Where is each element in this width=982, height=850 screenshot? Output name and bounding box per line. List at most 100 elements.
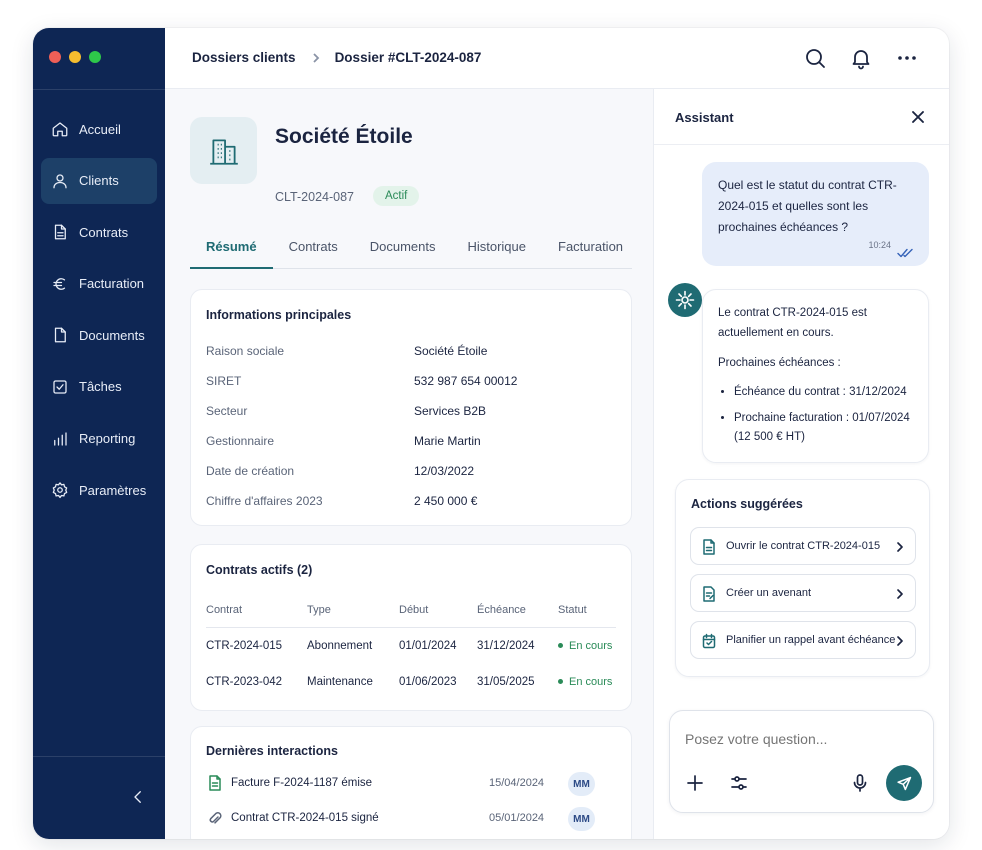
assistant-message-list-title: Prochaines échéances : bbox=[718, 357, 841, 369]
sidebar-item-contrats[interactable]: Contrats bbox=[41, 209, 157, 255]
microphone-icon bbox=[853, 774, 867, 792]
assistant-message: Le contrat CTR-2024-015 est actuellement… bbox=[702, 289, 929, 463]
close-window-button[interactable] bbox=[49, 51, 61, 63]
tab-historique[interactable]: Historique bbox=[451, 227, 542, 269]
sidebar-item-label: Contrats bbox=[79, 224, 129, 240]
checkbox-icon bbox=[51, 378, 69, 396]
action-label: Ouvrir le contrat CTR-2024-015 bbox=[726, 540, 881, 552]
minimize-window-button[interactable] bbox=[69, 51, 81, 63]
chevron-left-icon bbox=[134, 791, 141, 803]
table-row[interactable]: CTR-2023-042 Maintenance 01/06/2023 31/0… bbox=[191, 676, 631, 696]
contract-id[interactable]: CTR-2024-015 bbox=[206, 640, 282, 652]
sidebar-item-accueil[interactable]: Accueil bbox=[41, 106, 157, 152]
info-value: Marie Martin bbox=[414, 434, 481, 448]
collapse-sidebar-button[interactable] bbox=[129, 788, 147, 806]
info-label: Date de création bbox=[206, 464, 295, 478]
more-horizontal-icon bbox=[898, 56, 916, 60]
file-text-icon bbox=[51, 223, 69, 241]
edit-file-icon bbox=[702, 586, 716, 602]
column-header: Début bbox=[399, 604, 429, 616]
info-value: 2 450 000 € bbox=[414, 494, 478, 508]
info-row: Chiffre d'affaires 2023 2 450 000 € bbox=[206, 494, 616, 512]
contract-id[interactable]: CTR-2023-042 bbox=[206, 676, 282, 688]
info-label: SIRET bbox=[206, 374, 242, 388]
sidebar-item-label: Facturation bbox=[79, 276, 145, 292]
info-value: Société Étoile bbox=[414, 344, 488, 358]
sidebar-item-taches[interactable]: Tâches bbox=[41, 364, 157, 410]
sidebar-item-documents[interactable]: Documents bbox=[41, 312, 157, 358]
table-row[interactable]: CTR-2024-015 Abonnement 01/01/2024 31/12… bbox=[191, 640, 631, 660]
notifications-button[interactable] bbox=[849, 46, 873, 70]
tab-resume[interactable]: Résumé bbox=[190, 227, 273, 269]
tab-contrats[interactable]: Contrats bbox=[273, 227, 354, 269]
sidebar-item-facturation[interactable]: Facturation bbox=[41, 261, 157, 307]
sidebar-item-label: Reporting bbox=[79, 431, 136, 447]
paperclip-icon bbox=[208, 810, 222, 826]
chevron-right-icon bbox=[895, 635, 905, 647]
app-window: Accueil Clients Contrats Facturation Doc… bbox=[33, 28, 949, 839]
home-icon bbox=[51, 120, 69, 138]
sidebar-item-label: Documents bbox=[79, 327, 145, 343]
sidebar-item-reporting[interactable]: Reporting bbox=[41, 416, 157, 462]
tab-documents[interactable]: Documents bbox=[354, 227, 452, 269]
suggested-actions: Actions suggérées Ouvrir le contrat CTR-… bbox=[675, 479, 930, 677]
card-title: Informations principales bbox=[206, 308, 352, 322]
calendar-icon bbox=[702, 633, 716, 649]
close-assistant-button[interactable] bbox=[910, 109, 926, 125]
maximize-window-button[interactable] bbox=[89, 51, 101, 63]
column-header: Échéance bbox=[477, 604, 526, 616]
bar-chart-icon bbox=[51, 430, 69, 448]
info-label: Chiffre d'affaires 2023 bbox=[206, 494, 323, 508]
chevron-right-icon bbox=[895, 541, 905, 553]
question-input[interactable] bbox=[685, 731, 915, 747]
list-item: Prochaine facturation : 01/07/2024 (12 5… bbox=[734, 409, 913, 447]
list-item[interactable]: Facture F-2024-1187 émise 15/04/2024 MM bbox=[206, 772, 616, 796]
gear-icon bbox=[51, 481, 69, 499]
document-icon bbox=[51, 326, 69, 344]
send-button[interactable] bbox=[886, 765, 922, 801]
info-label: Gestionnaire bbox=[206, 434, 275, 448]
table-divider bbox=[206, 627, 616, 628]
client-detail: Société Étoile CLT-2024-087 Actif Résumé… bbox=[165, 89, 653, 839]
microphone-button[interactable] bbox=[850, 773, 870, 793]
user-message-text: Quel est le statut du contrat CTR-2024-0… bbox=[718, 178, 897, 234]
search-icon bbox=[806, 49, 825, 68]
info-label: Secteur bbox=[206, 404, 248, 418]
card-title: Dernières interactions bbox=[206, 744, 338, 758]
info-value: 532 987 654 00012 bbox=[414, 374, 518, 388]
assistant-panel: Assistant Quel est le statut du contrat … bbox=[653, 89, 949, 839]
sidebar-item-parametres[interactable]: Paramètres bbox=[41, 467, 157, 513]
create-amendment-button[interactable]: Créer un avenant bbox=[690, 574, 916, 612]
card-title: Contrats actifs (2) bbox=[206, 563, 313, 577]
interaction-label: Contrat CTR-2024-015 signé bbox=[231, 812, 379, 824]
contract-type: Abonnement bbox=[307, 640, 373, 652]
tab-facturation[interactable]: Facturation bbox=[542, 227, 639, 269]
info-card: Informations principales Raison sociale S… bbox=[190, 289, 632, 526]
user-message: Quel est le statut du contrat CTR-2024-0… bbox=[702, 162, 929, 266]
contract-start: 01/01/2024 bbox=[399, 640, 457, 652]
schedule-reminder-button[interactable]: Planifier un rappel avant échéance bbox=[690, 621, 916, 659]
plus-icon bbox=[687, 775, 703, 791]
breadcrumb-item-dossiers[interactable]: Dossiers clients bbox=[192, 50, 296, 65]
close-icon bbox=[912, 111, 924, 123]
interaction-date: 15/04/2024 bbox=[489, 777, 545, 789]
double-check-icon bbox=[897, 245, 915, 258]
euro-icon bbox=[51, 275, 69, 293]
sidebar-item-clients[interactable]: Clients bbox=[41, 157, 157, 204]
interaction-label: Facture F-2024-1187 émise bbox=[231, 777, 373, 789]
contract-start: 01/06/2023 bbox=[399, 676, 457, 688]
more-button[interactable] bbox=[895, 46, 919, 70]
list-item[interactable]: Contrat CTR-2024-015 signé 05/01/2024 MM bbox=[206, 807, 616, 831]
column-header: Contrat bbox=[206, 604, 243, 616]
info-value: 12/03/2022 bbox=[414, 464, 475, 478]
tabs: Résumé Contrats Documents Historique Fac… bbox=[190, 227, 632, 269]
search-button[interactable] bbox=[803, 46, 827, 70]
deadline-list: Échéance du contrat : 31/12/2024 Prochai… bbox=[718, 383, 913, 447]
sidebar-item-label: Tâches bbox=[79, 379, 122, 395]
list-item: Échéance du contrat : 31/12/2024 bbox=[734, 383, 913, 402]
client-id: CLT-2024-087 bbox=[275, 190, 354, 204]
bell-icon bbox=[852, 50, 870, 70]
options-button[interactable] bbox=[729, 773, 749, 793]
attach-button[interactable] bbox=[685, 773, 705, 793]
open-contract-button[interactable]: Ouvrir le contrat CTR-2024-015 bbox=[690, 527, 916, 565]
